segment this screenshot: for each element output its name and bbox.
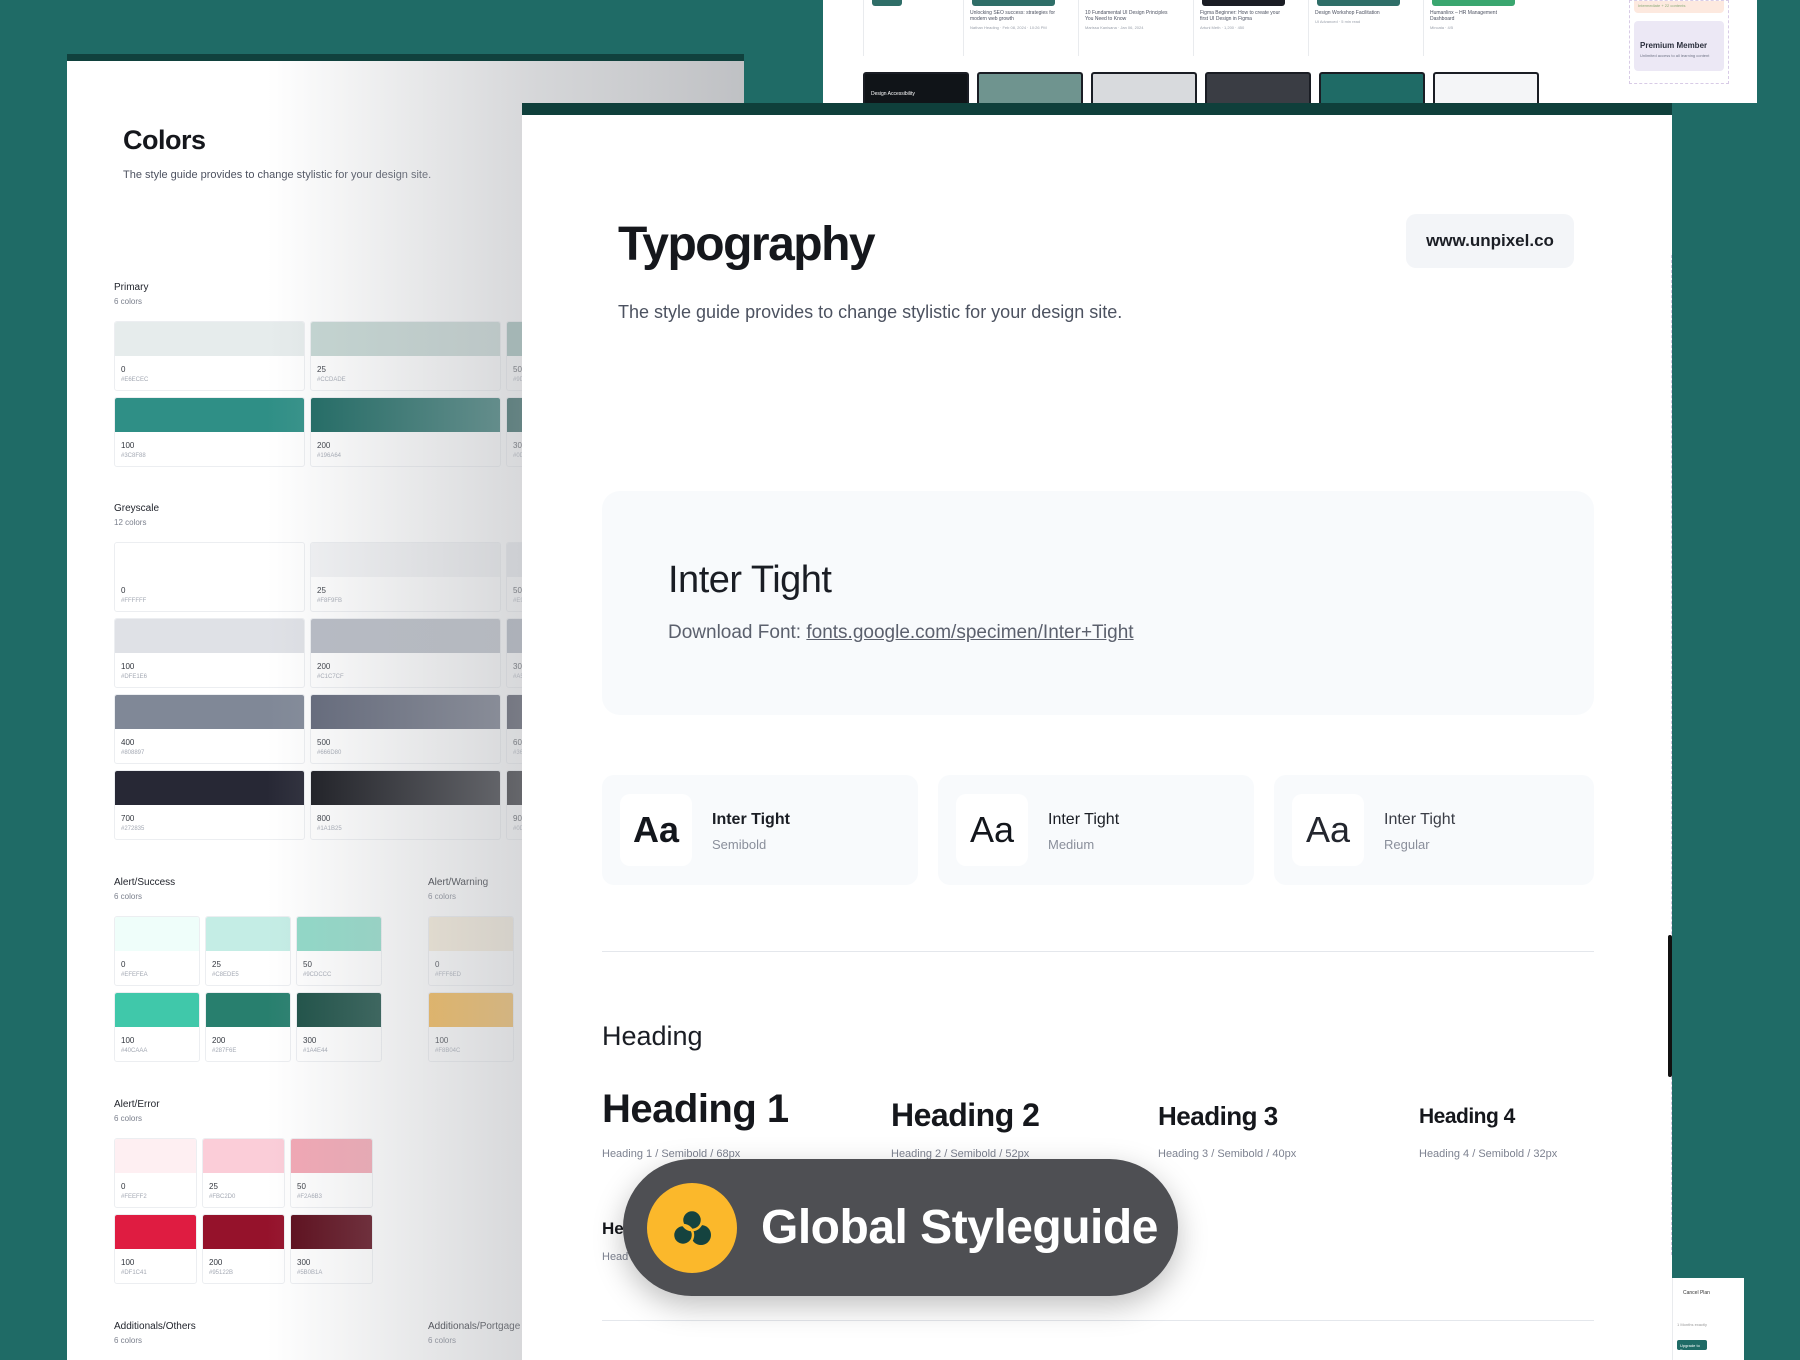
download-font-label: Download Font:	[668, 622, 807, 643]
global-styleguide-badge: Global Styleguide	[623, 1159, 1178, 1296]
typography-title: Typography	[618, 218, 876, 271]
swatch-success-0[interactable]: 0 #EFEFEA	[114, 916, 200, 986]
download-font-link[interactable]: fonts.google.com/specimen/Inter+Tight	[806, 622, 1133, 643]
heading-3-sample: Heading 3	[1158, 1101, 1278, 1131]
swatch-grey-0[interactable]: 0 #FFFFFF	[114, 542, 305, 612]
website-url-button[interactable]: www.unpixel.co	[1406, 214, 1574, 268]
success-label: Alert/Success	[114, 877, 176, 888]
heading-4-caption: Heading 4 / Semibold / 32px	[1419, 1148, 1558, 1160]
swatch-primary-25[interactable]: 25 #CCDADE	[310, 321, 501, 391]
swatch-primary-100[interactable]: 100 #3C8F88	[114, 397, 305, 467]
weight-label: Medium	[1048, 837, 1095, 852]
section-divider	[602, 1320, 1594, 1321]
styleguide-logo-icon	[647, 1182, 737, 1273]
swatch-grey-25[interactable]: 25 #F8F9FB	[310, 542, 501, 612]
swatch-success-50[interactable]: 50 #9CDCCC	[296, 916, 382, 986]
primary-count: 6 colors	[114, 297, 143, 306]
primary-label: Primary	[114, 282, 149, 293]
swatch-warning-100[interactable]: 100 #F8B04C	[428, 992, 514, 1062]
weight-sample-regular: Aa	[1292, 794, 1364, 866]
weight-font-name: Inter Tight	[1384, 811, 1456, 828]
thumbnail-4[interactable]	[1205, 72, 1311, 103]
greyscale-label: Greyscale	[114, 503, 160, 514]
swatch-grey-200[interactable]: 200 #C1C7CF	[310, 618, 501, 688]
weight-sample-medium: Aa	[956, 794, 1028, 866]
weight-label: Semibold	[712, 837, 767, 852]
thumbnail-6[interactable]	[1433, 72, 1539, 103]
weight-label: Regular	[1384, 837, 1430, 852]
colors-subtitle: The style guide provides to change styli…	[123, 169, 432, 181]
preview-card	[863, 0, 923, 56]
swatch-primary-200[interactable]: 200 #196A64	[310, 397, 501, 467]
scrollbar[interactable]	[1668, 935, 1672, 1077]
preview-card-1[interactable]: Unlocking SEO success: strategies for mo…	[963, 0, 1063, 56]
swatch-error-100[interactable]: 100 #DF1C41	[114, 1214, 197, 1284]
swatch-grey-700[interactable]: 700 #272835	[114, 770, 305, 840]
heading-1-sample: Heading 1	[602, 1087, 789, 1131]
background-strip	[1757, 0, 1800, 1360]
portgage-label: Additionals/Portgage	[428, 1321, 521, 1332]
thumbnail-3[interactable]	[1091, 72, 1197, 103]
preview-card-3[interactable]: Figma Beginner: How to create your first…	[1193, 0, 1293, 56]
badge-title: Global Styleguide	[761, 1201, 1158, 1254]
heading-5-sample: He	[602, 1219, 624, 1238]
swatch-grey-400[interactable]: 400 #808897	[114, 694, 305, 764]
font-name: Inter Tight	[668, 559, 832, 601]
guide-line	[1671, 255, 1672, 1255]
weight-card-regular: Aa Inter Tight Regular	[1274, 775, 1594, 885]
swatch-error-25[interactable]: 25 #FBC2D0	[202, 1138, 285, 1208]
heading-4-sample: Heading 4	[1419, 1105, 1515, 1128]
font-card: Inter Tight Download Font: fonts.google.…	[602, 491, 1594, 715]
error-count: 6 colors	[114, 1114, 143, 1123]
swatch-warning-0[interactable]: 0 #FFF6ED	[428, 916, 514, 986]
thumbnail-2[interactable]	[977, 72, 1083, 103]
success-count: 6 colors	[114, 892, 143, 901]
swatch-grey-500[interactable]: 500 #666D80	[310, 694, 501, 764]
greyscale-count: 12 colors	[114, 518, 147, 527]
swatch-grey-800[interactable]: 800 #1A1B25	[310, 770, 501, 840]
swatch-error-200[interactable]: 200 #95122B	[202, 1214, 285, 1284]
download-font: Download Font: fonts.google.com/specimen…	[668, 622, 1134, 644]
colors-title: Colors	[123, 125, 206, 155]
background-dashboard-preview: Unlocking SEO success: strategies for mo…	[823, 0, 1760, 103]
thumbnail-1[interactable]: Design Accessibility	[863, 72, 969, 103]
heading-section-title: Heading	[602, 1021, 703, 1051]
heading-2-sample: Heading 2	[891, 1097, 1040, 1133]
warning-label: Alert/Warning	[428, 877, 489, 888]
premium-member-card: Premium Member Unlimited access to all l…	[1634, 21, 1724, 71]
premium-promo[interactable]: Intermediate + 22 contents Premium Membe…	[1629, 0, 1729, 84]
swatch-error-300[interactable]: 300 #5B0B1A	[290, 1214, 373, 1284]
cancel-plan-card: Cancel Plan 1 Months exactly Upgrade to …	[1672, 1278, 1744, 1360]
swatch-success-300[interactable]: 300 #1A4E44	[296, 992, 382, 1062]
swatch-error-0[interactable]: 0 #FEEFF2	[114, 1138, 197, 1208]
portgage-count: 6 colors	[428, 1336, 457, 1345]
warning-count: 6 colors	[428, 892, 457, 901]
weight-card-semibold: Aa Inter Tight Semibold	[602, 775, 918, 885]
swatch-error-50[interactable]: 50 #F2A6B3	[290, 1138, 373, 1208]
thumbnail-5[interactable]	[1319, 72, 1425, 103]
swatch-grey-100[interactable]: 100 #DFE1E6	[114, 618, 305, 688]
swatch-primary-0[interactable]: 0 #E6ECEC	[114, 321, 305, 391]
swatch-success-100[interactable]: 100 #40CAAA	[114, 992, 200, 1062]
weight-card-medium: Aa Inter Tight Medium	[938, 775, 1254, 885]
typography-subtitle: The style guide provides to change styli…	[618, 302, 1123, 322]
preview-card-2[interactable]: 10 Fundamental UI Design Principles You …	[1078, 0, 1178, 56]
weight-sample-semibold: Aa	[620, 794, 692, 866]
thumbnail-row: Design Accessibility	[863, 72, 1539, 103]
heading-3-caption: Heading 3 / Semibold / 40px	[1158, 1148, 1297, 1160]
swatch-success-25[interactable]: 25 #C8EDE5	[205, 916, 291, 986]
section-divider	[602, 951, 1594, 952]
preview-card-5[interactable]: Humanlinx – HR Management Dashboard Minc…	[1423, 0, 1523, 56]
others-label: Additionals/Others	[114, 1321, 196, 1332]
upgrade-button[interactable]: Upgrade to Pro	[1677, 1340, 1707, 1353]
heading-5-caption: Head	[602, 1251, 629, 1263]
weight-font-name: Inter Tight	[1048, 811, 1120, 828]
preview-card-4[interactable]: Design Workshop Facilitation UI Advanced…	[1308, 0, 1408, 56]
swatch-success-200[interactable]: 200 #287F6E	[205, 992, 291, 1062]
weight-font-name: Inter Tight	[712, 811, 790, 828]
error-label: Alert/Error	[114, 1099, 160, 1110]
others-count: 6 colors	[114, 1336, 143, 1345]
